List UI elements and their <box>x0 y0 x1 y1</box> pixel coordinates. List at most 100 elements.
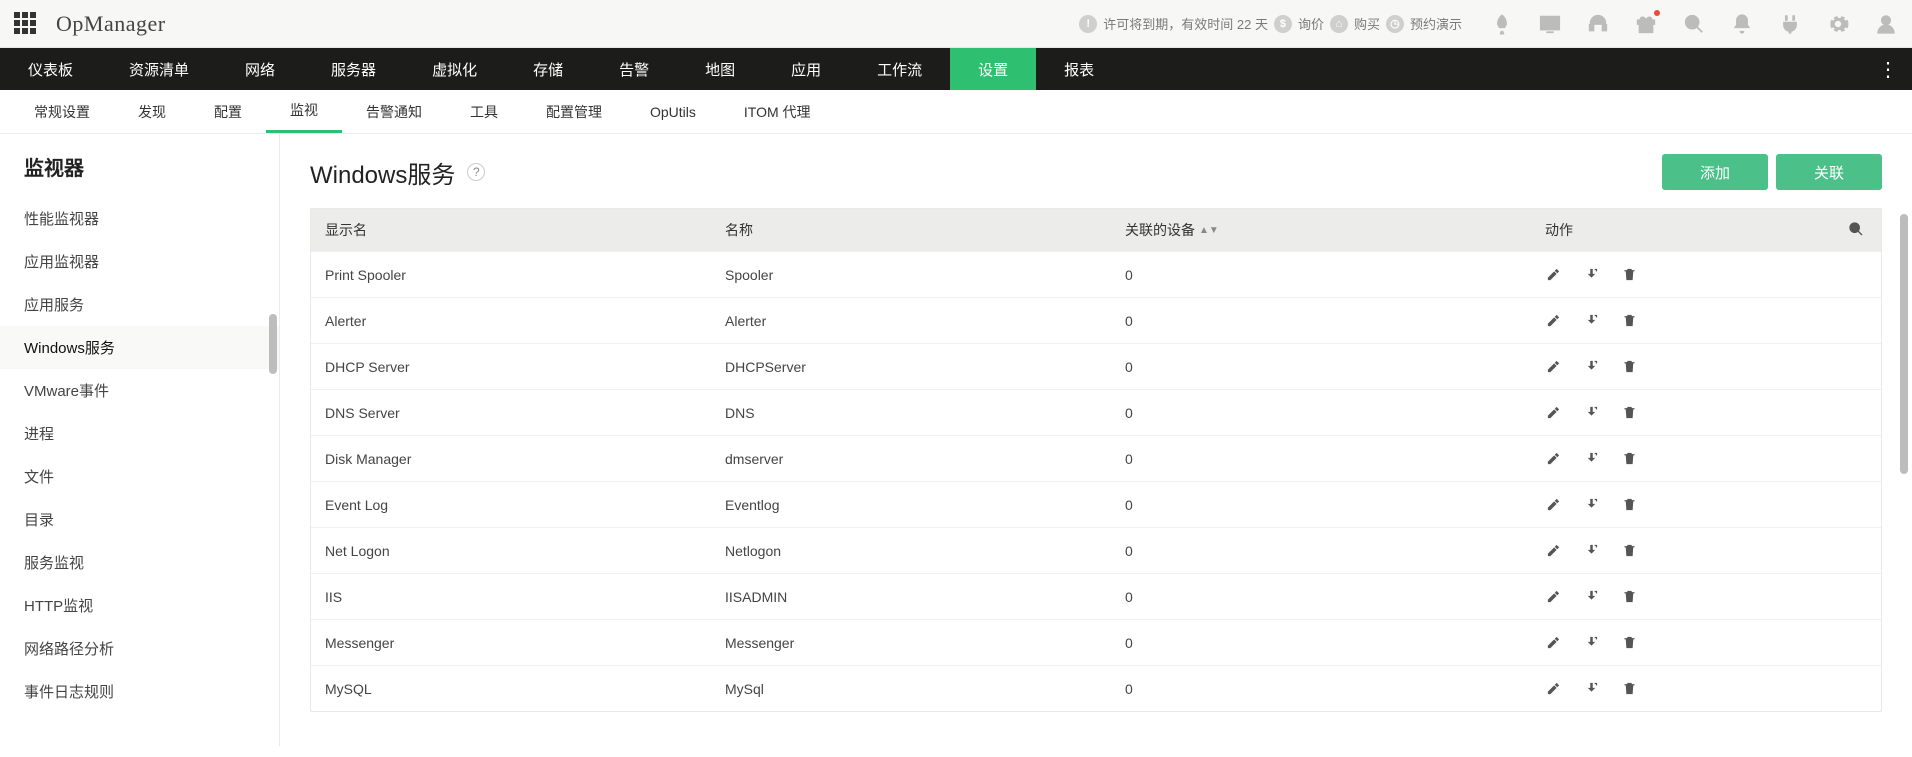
plug-icon[interactable] <box>1778 12 1802 36</box>
edit-icon[interactable] <box>1545 405 1561 421</box>
search-icon[interactable] <box>1682 12 1706 36</box>
edit-icon[interactable] <box>1545 359 1561 375</box>
subnav-item[interactable]: 发现 <box>114 90 190 133</box>
table-search-icon[interactable] <box>1831 221 1881 240</box>
cell-display-name: Disk Manager <box>311 451 711 467</box>
col-display-name[interactable]: 显示名 <box>311 220 711 240</box>
content-scrollbar[interactable] <box>1900 214 1908 474</box>
export-icon[interactable] <box>1583 589 1599 605</box>
mainnav-item[interactable]: 应用 <box>763 48 849 90</box>
cell-actions <box>1531 359 1831 375</box>
subnav-item[interactable]: OpUtils <box>626 90 720 133</box>
add-button[interactable]: 添加 <box>1662 154 1768 190</box>
gift-icon[interactable] <box>1634 12 1658 36</box>
sidebar-item[interactable]: 应用服务 <box>0 283 279 326</box>
buy-link[interactable]: 购买 <box>1354 14 1380 33</box>
cell-name: IISADMIN <box>711 589 1111 605</box>
sidebar-item[interactable]: 进程 <box>0 412 279 455</box>
delete-icon[interactable] <box>1621 313 1637 329</box>
sidebar-item[interactable]: 文件 <box>0 455 279 498</box>
sidebar-item[interactable]: 目录 <box>0 498 279 541</box>
sidebar-scrollbar[interactable] <box>269 314 277 374</box>
mainnav-item[interactable]: 仪表板 <box>0 48 101 90</box>
sidebar-item[interactable]: 网络路径分析 <box>0 627 279 670</box>
subnav-item[interactable]: 监视 <box>266 90 342 133</box>
export-icon[interactable] <box>1583 451 1599 467</box>
export-icon[interactable] <box>1583 497 1599 513</box>
edit-icon[interactable] <box>1545 313 1561 329</box>
cell-name: Messenger <box>711 635 1111 651</box>
sidebar-item[interactable]: VMware事件 <box>0 369 279 412</box>
mainnav-item[interactable]: 存储 <box>505 48 591 90</box>
edit-icon[interactable] <box>1545 497 1561 513</box>
sidebar-item[interactable]: HTTP监视 <box>0 584 279 627</box>
delete-icon[interactable] <box>1621 359 1637 375</box>
export-icon[interactable] <box>1583 635 1599 651</box>
subnav-item[interactable]: 配置 <box>190 90 266 133</box>
cell-actions <box>1531 451 1831 467</box>
mainnav-item[interactable]: 设置 <box>950 48 1036 90</box>
export-icon[interactable] <box>1583 359 1599 375</box>
subnav-item[interactable]: 告警通知 <box>342 90 446 133</box>
headset-icon[interactable] <box>1586 12 1610 36</box>
edit-icon[interactable] <box>1545 589 1561 605</box>
col-devices-label: 关联的设备 <box>1125 220 1195 240</box>
delete-icon[interactable] <box>1621 543 1637 559</box>
export-icon[interactable] <box>1583 405 1599 421</box>
sidebar-item[interactable]: 性能监视器 <box>0 197 279 240</box>
cell-devices: 0 <box>1111 405 1531 421</box>
sidebar-item[interactable]: 服务监视 <box>0 541 279 584</box>
edit-icon[interactable] <box>1545 267 1561 283</box>
delete-icon[interactable] <box>1621 635 1637 651</box>
edit-icon[interactable] <box>1545 635 1561 651</box>
mainnav-item[interactable]: 工作流 <box>849 48 950 90</box>
mainnav-item[interactable]: 资源清单 <box>101 48 217 90</box>
delete-icon[interactable] <box>1621 681 1637 697</box>
table-row: DHCP ServerDHCPServer0 <box>311 343 1881 389</box>
delete-icon[interactable] <box>1621 589 1637 605</box>
bell-icon[interactable] <box>1730 12 1754 36</box>
mainnav-item[interactable]: 告警 <box>591 48 677 90</box>
subnav-item[interactable]: 工具 <box>446 90 522 133</box>
mainnav-item[interactable]: 网络 <box>217 48 303 90</box>
table-row: DNS ServerDNS0 <box>311 389 1881 435</box>
more-menu-icon[interactable]: ⋮ <box>1864 48 1912 90</box>
delete-icon[interactable] <box>1621 497 1637 513</box>
associate-button[interactable]: 关联 <box>1776 154 1882 190</box>
subnav-item[interactable]: 常规设置 <box>10 90 114 133</box>
rocket-icon[interactable] <box>1490 12 1514 36</box>
mainnav-item[interactable]: 地图 <box>677 48 763 90</box>
help-icon[interactable]: ? <box>467 163 485 181</box>
edit-icon[interactable] <box>1545 543 1561 559</box>
delete-icon[interactable] <box>1621 451 1637 467</box>
apps-grid-icon[interactable] <box>14 12 38 36</box>
delete-icon[interactable] <box>1621 267 1637 283</box>
sidebar-item[interactable]: 事件日志规则 <box>0 670 279 713</box>
demo-link[interactable]: 预约演示 <box>1410 14 1462 33</box>
product-logo: OpManager <box>56 11 166 37</box>
export-icon[interactable] <box>1583 267 1599 283</box>
subnav-item[interactable]: ITOM 代理 <box>720 90 835 133</box>
cell-name: dmserver <box>711 451 1111 467</box>
export-icon[interactable] <box>1583 681 1599 697</box>
screen-play-icon[interactable] <box>1538 12 1562 36</box>
col-devices[interactable]: 关联的设备 ▲▼ <box>1111 220 1531 240</box>
mainnav-item[interactable]: 服务器 <box>303 48 404 90</box>
subnav-item[interactable]: 配置管理 <box>522 90 626 133</box>
delete-icon[interactable] <box>1621 405 1637 421</box>
cell-display-name: Messenger <box>311 635 711 651</box>
mainnav-item[interactable]: 报表 <box>1036 48 1122 90</box>
edit-icon[interactable] <box>1545 681 1561 697</box>
export-icon[interactable] <box>1583 313 1599 329</box>
mainnav-item[interactable]: 虚拟化 <box>404 48 505 90</box>
sidebar-title: 监视器 <box>0 152 279 197</box>
export-icon[interactable] <box>1583 543 1599 559</box>
quote-link[interactable]: 询价 <box>1298 14 1324 33</box>
edit-icon[interactable] <box>1545 451 1561 467</box>
cell-display-name: Alerter <box>311 313 711 329</box>
col-name[interactable]: 名称 <box>711 220 1111 240</box>
gear-icon[interactable] <box>1826 12 1850 36</box>
user-icon[interactable] <box>1874 12 1898 36</box>
sidebar-item[interactable]: 应用监视器 <box>0 240 279 283</box>
sidebar-item[interactable]: Windows服务 <box>0 326 279 369</box>
